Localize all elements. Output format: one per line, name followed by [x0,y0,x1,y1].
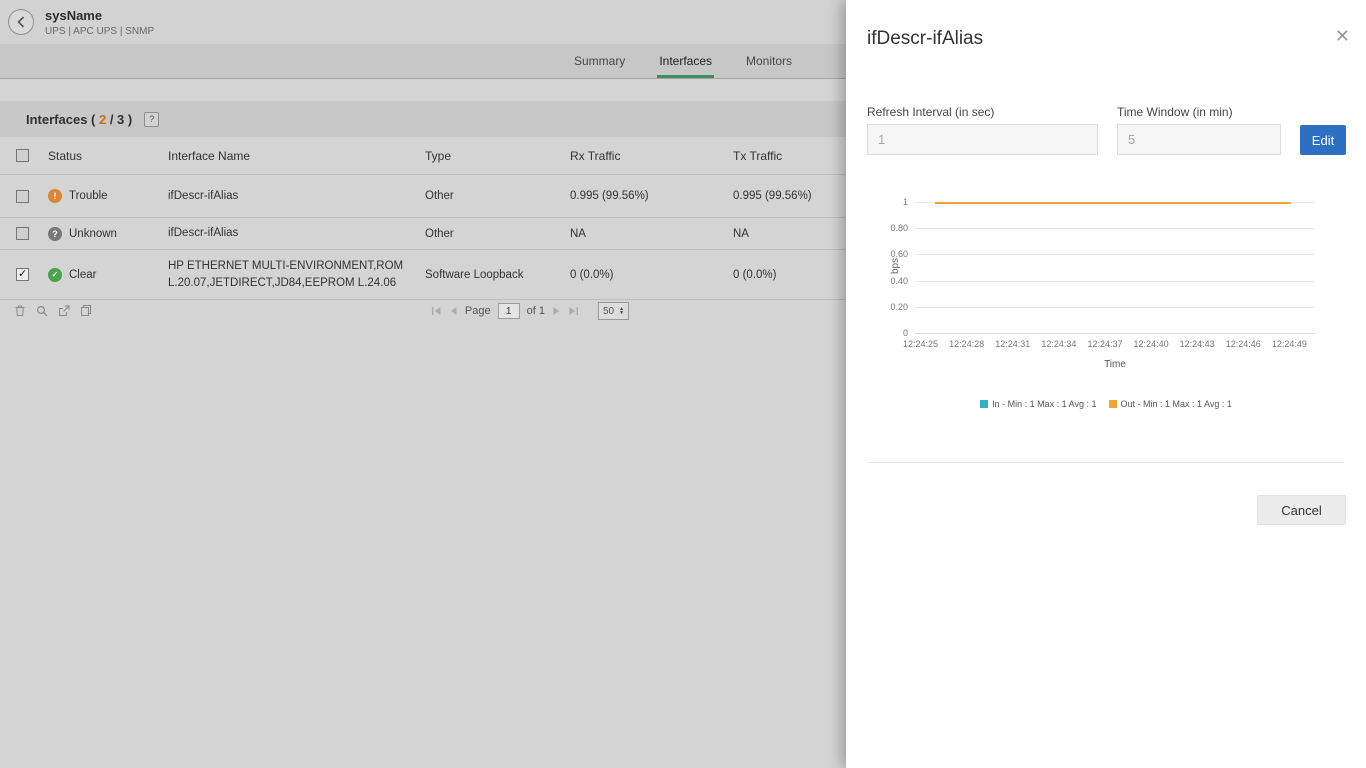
status-label: Clear [69,269,96,281]
row-checkbox[interactable] [16,227,29,240]
chart-yticks: 10.800.600.400.200 [870,202,908,333]
trouble-icon [48,189,62,203]
interfaces-title-suffix: / 3 ) [106,112,132,127]
cancel-button[interactable]: Cancel [1257,495,1346,525]
traffic-chart: bps 10.800.600.400.200 12:24:2512:24:281… [846,188,1366,438]
clear-icon [48,268,62,282]
rx-traffic: NA [570,228,733,240]
chart-plot [915,202,1315,333]
col-status: Status [48,149,168,163]
chart-xtick-label: 12:24:31 [995,339,1030,349]
chart-gridline [915,333,1315,334]
tab-summary[interactable]: Summary [572,44,627,78]
close-icon[interactable]: ✕ [1335,26,1350,47]
page-number-input[interactable] [498,303,520,319]
chart-legend: In - Min : 1 Max : 1 Avg : 1 Out - Min : … [846,399,1366,409]
col-rx-traffic: Rx Traffic [570,149,733,163]
device-meta: UPS | APC UPS | SNMP [45,26,154,37]
search-icon[interactable] [36,305,48,317]
legend-swatch-icon [1109,400,1117,408]
legend-label: In - Min : 1 Max : 1 Avg : 1 [992,399,1096,409]
chart-gridline [915,228,1315,229]
interface-name[interactable]: ifDescr-ifAlias [168,188,425,205]
status-cell: Trouble [48,189,168,203]
chart-xtick-label: 12:24:40 [1134,339,1169,349]
last-page-icon[interactable] [568,306,579,316]
pagination: Page of 1 50 ▲▼ [431,302,629,320]
edit-button[interactable]: Edit [1300,125,1346,155]
chart-ytick-label: 0.60 [890,249,908,259]
refresh-interval-label: Refresh Interval (in sec) [867,105,994,119]
chevron-left-icon [16,16,26,28]
page-size-select[interactable]: 50 ▲▼ [598,302,629,320]
export-icon[interactable] [58,305,70,317]
page-size-value: 50 [603,306,614,317]
chart-series-out [935,202,1291,204]
interface-name[interactable]: ifDescr-ifAlias [168,225,425,242]
chart-ytick-label: 0.80 [890,223,908,233]
interface-detail-modal: ifDescr-ifAlias ✕ Refresh Interval (in s… [846,0,1366,768]
col-interface-name: Interface Name [168,149,425,163]
col-type: Type [425,149,570,163]
modal-title: ifDescr-ifAlias [867,28,983,50]
prev-page-icon[interactable] [449,306,458,316]
first-page-icon[interactable] [431,306,442,316]
page-of-label: of 1 [527,305,545,317]
chart-gridline [915,254,1315,255]
select-all-checkbox[interactable] [16,149,29,162]
chart-xtick-label: 12:24:49 [1272,339,1307,349]
chart-xtick-label: 12:24:46 [1226,339,1261,349]
time-window-input[interactable] [1117,124,1281,155]
tab-monitors[interactable]: Monitors [744,44,794,78]
chart-ytick-label: 0.20 [890,302,908,312]
modal-divider [868,462,1344,463]
copy-icon[interactable] [80,304,92,317]
tab-interfaces[interactable]: Interfaces [657,44,714,78]
device-title-block: sysName UPS | APC UPS | SNMP [45,8,154,37]
chart-xtick-label: 12:24:25 [903,339,938,349]
table-toolbar [14,304,92,317]
row-checkbox[interactable] [16,190,29,203]
interface-type: Other [425,228,570,240]
page-label: Page [465,305,491,317]
unknown-icon [48,227,62,241]
chart-xtick-label: 12:24:43 [1180,339,1215,349]
refresh-interval-input[interactable] [867,124,1098,155]
chart-xtick-label: 12:24:28 [949,339,984,349]
device-name: sysName [45,8,154,23]
chart-ytick-label: 0.40 [890,276,908,286]
rx-traffic: 0 (0.0%) [570,269,733,281]
legend-item: In - Min : 1 Max : 1 Avg : 1 [980,399,1096,409]
chart-ytick-label: 1 [903,197,908,207]
status-cell: Clear [48,268,168,282]
next-page-icon[interactable] [552,306,561,316]
chart-gridline [915,307,1315,308]
chart-x-axis-label: Time [915,359,1315,370]
rx-traffic: 0.995 (99.56%) [570,190,733,202]
back-button[interactable] [8,9,34,35]
legend-item: Out - Min : 1 Max : 1 Avg : 1 [1109,399,1232,409]
time-window-label: Time Window (in min) [1117,105,1233,119]
chart-xtick-label: 12:24:34 [1041,339,1076,349]
chart-xticks: 12:24:25 12:24:28 12:24:31 12:24:34 12:24:37… [903,339,1307,349]
chart-ytick-label: 0 [903,328,908,338]
chart-xtick-label: 12:24:37 [1087,339,1122,349]
interfaces-active-count: 2 [99,112,106,127]
row-checkbox[interactable] [16,268,29,281]
status-label: Trouble [69,190,108,202]
legend-swatch-icon [980,400,988,408]
spinner-arrows-icon: ▲▼ [619,307,624,316]
interface-type: Other [425,190,570,202]
interface-type: Software Loopback [425,269,570,281]
chart-gridline [915,281,1315,282]
status-cell: Unknown [48,227,168,241]
interface-name[interactable]: HP ETHERNET MULTI-ENVIRONMENT,ROM L.20.0… [168,258,425,291]
delete-icon[interactable] [14,304,26,317]
interfaces-title-prefix: Interfaces ( [26,112,99,127]
status-label: Unknown [69,228,117,240]
legend-label: Out - Min : 1 Max : 1 Avg : 1 [1121,399,1232,409]
help-icon[interactable]: ? [144,112,159,127]
